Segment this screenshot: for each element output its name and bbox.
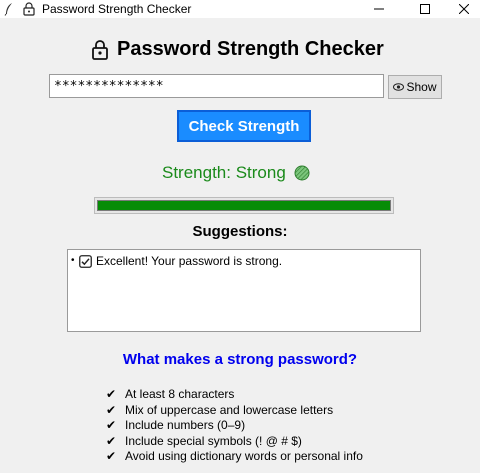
checkmark-icon: ✔: [106, 387, 117, 401]
suggestions-list: • Excellent! Your password is strong.: [67, 249, 421, 332]
eye-icon: [393, 83, 405, 91]
list-item: ✔ Mix of uppercase and lowercase letters: [106, 403, 363, 419]
checkbox-icon: [79, 254, 92, 268]
progress-fill: [98, 201, 390, 210]
suggestions-title: Suggestions:: [192, 223, 288, 240]
checkmark-icon: ✔: [106, 418, 117, 432]
title-bar: Password Strength Checker: [0, 0, 480, 18]
minimize-button[interactable]: [356, 0, 402, 18]
lock-icon: [92, 40, 108, 60]
tip-text: Avoid using dictionary words or personal…: [125, 449, 363, 463]
password-input[interactable]: [49, 74, 384, 98]
maximize-button[interactable]: [402, 0, 448, 18]
tip-text: Include special symbols (! @ # $): [125, 433, 302, 448]
strength-indicator: Strength: Strong: [162, 161, 310, 185]
lock-icon: [23, 2, 35, 16]
list-item: ✔ At least 8 characters: [106, 387, 363, 403]
info-title: What makes a strong password?: [122, 351, 358, 368]
close-button[interactable]: [448, 0, 480, 18]
suggestion-text: Excellent! Your password is strong.: [96, 254, 283, 268]
list-item: ✔ Avoid using dictionary words or persona…: [106, 449, 363, 465]
tip-text: At least 8 characters: [125, 387, 235, 401]
window-title: Password Strength Checker: [42, 2, 192, 16]
show-button-label: Show: [406, 80, 437, 94]
checkmark-icon: ✔: [106, 402, 117, 417]
checkmark-icon: ✔: [106, 433, 117, 448]
close-icon: [459, 4, 469, 14]
tip-text: Include numbers (0–9): [125, 418, 246, 432]
strength-progress-bar: [94, 197, 394, 214]
bullet: •: [71, 255, 75, 266]
page-title: Password Strength Checker: [117, 38, 384, 60]
progress-track: [97, 200, 391, 211]
strength-label: Strength: Strong: [162, 163, 286, 182]
minimize-icon: [374, 8, 384, 10]
list-item: ✔ Include special symbols (! @ # $): [106, 434, 363, 450]
show-password-button[interactable]: Show: [388, 75, 442, 99]
maximize-icon: [420, 4, 430, 14]
tips-list: ✔ At least 8 characters ✔ Mix of uppercase…: [106, 387, 363, 465]
list-item: ✔ Include numbers (0–9): [106, 418, 363, 434]
tip-text: Mix of uppercase and lowercase letters: [125, 402, 334, 417]
check-strength-button[interactable]: Check Strength: [177, 110, 311, 142]
checkmark-icon: ✔: [106, 449, 117, 463]
feather-icon: [4, 3, 12, 16]
green-circle-icon: [294, 165, 310, 181]
list-item: • Excellent! Your password is strong.: [71, 253, 417, 269]
